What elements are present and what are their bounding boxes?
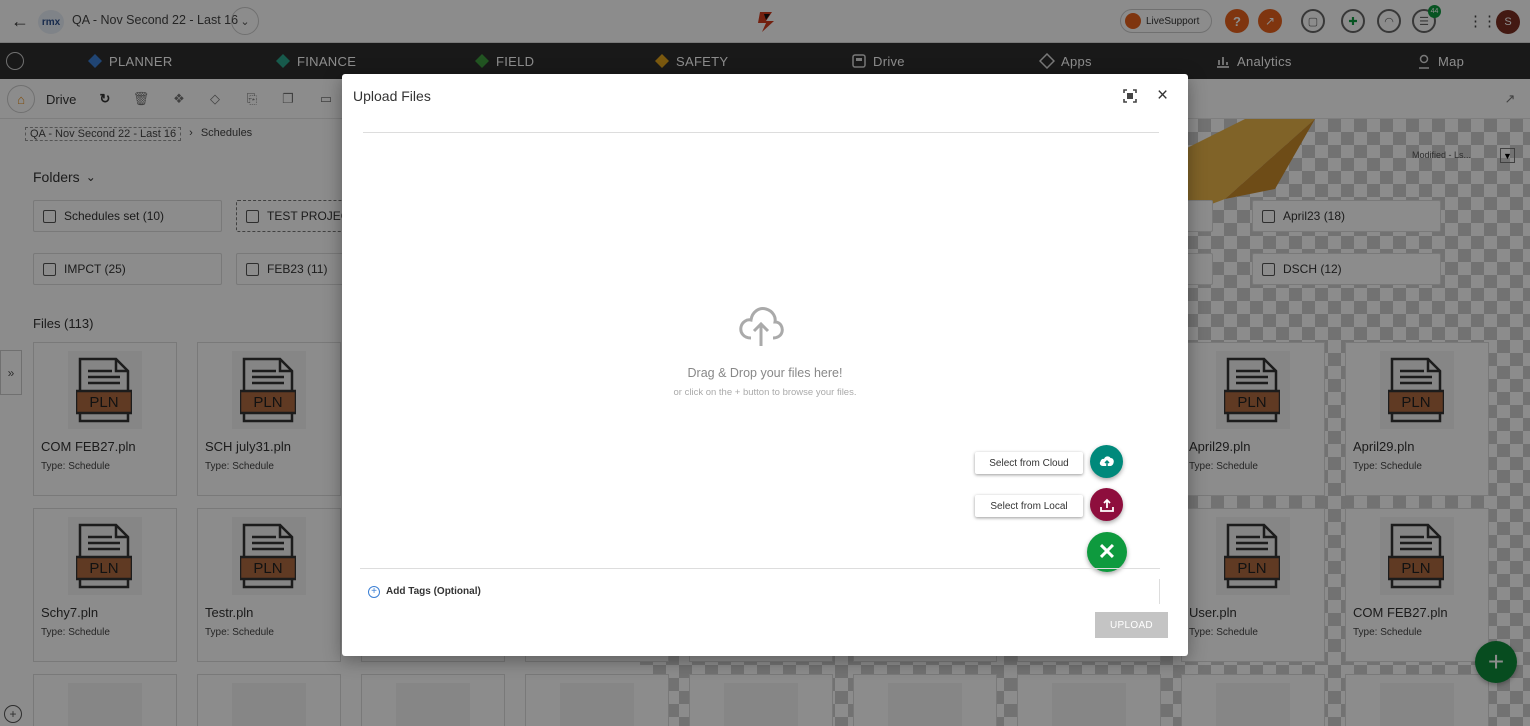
modal-divider-bottom <box>360 568 1160 569</box>
close-icon[interactable]: × <box>1157 85 1168 107</box>
drop-subtitle: or click on the + button to browse your … <box>673 387 857 398</box>
upload-button[interactable]: UPLOAD <box>1095 612 1168 638</box>
select-from-local-button[interactable] <box>1090 488 1123 521</box>
modal-title: Upload Files <box>353 88 431 104</box>
select-from-cloud-label[interactable]: Select from Cloud <box>975 452 1083 474</box>
close-fab-button[interactable]: ✕ <box>1087 532 1127 572</box>
cloud-upload-icon <box>739 307 784 346</box>
select-from-local-label[interactable]: Select from Local <box>975 495 1083 517</box>
drop-title: Drag & Drop your files here! <box>687 366 843 380</box>
cloud-icon <box>1099 455 1114 468</box>
add-tags-field[interactable]: + Add Tags (Optional) <box>360 579 1160 604</box>
add-circle-icon: + <box>368 585 380 598</box>
upload-icon <box>1099 498 1114 512</box>
upload-files-modal: Upload Files × Drag & Drop your files he… <box>342 74 1188 656</box>
fullscreen-icon[interactable] <box>1123 89 1137 103</box>
add-tags-label: Add Tags (Optional) <box>386 586 481 597</box>
select-from-cloud-button[interactable] <box>1090 445 1123 478</box>
